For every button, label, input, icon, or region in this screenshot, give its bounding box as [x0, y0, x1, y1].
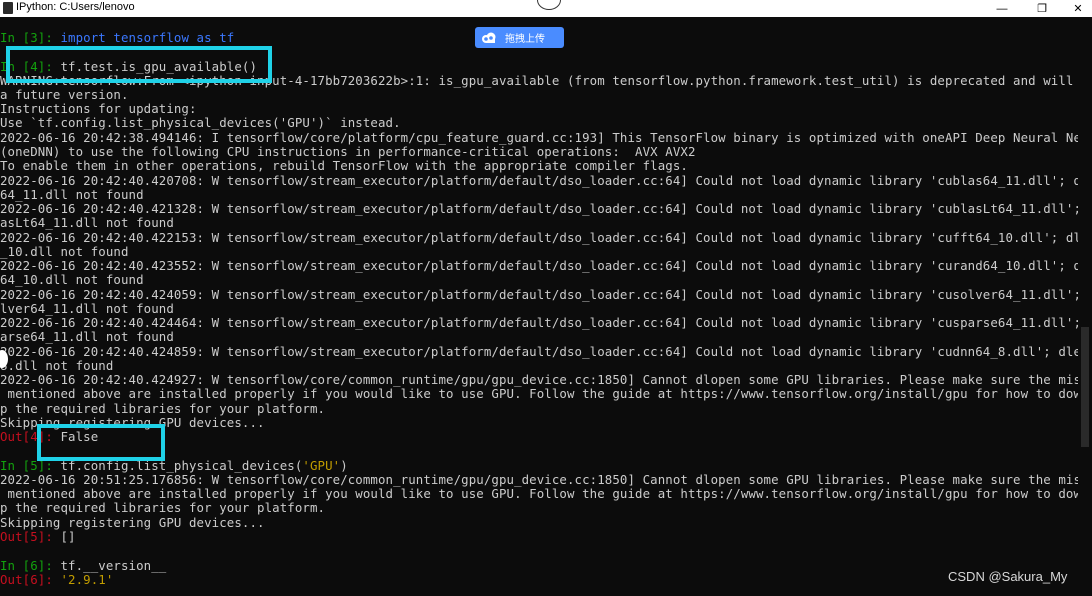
cloud-upload-icon: [482, 32, 496, 43]
console-line: asLt64_11.dll not found: [0, 215, 174, 230]
console-line: arse64_11.dll not found: [0, 329, 174, 344]
console-output[interactable]: In [3]: import tensorflow as tf In [4]: …: [0, 17, 1092, 596]
console-line: 2022-06-16 20:42:40.424927: W tensorflow…: [0, 372, 1092, 387]
console-line: Instructions for updating:: [0, 101, 197, 116]
highlight-box-false-output: [37, 424, 165, 461]
console-line: 2022-06-16 20:42:40.422153: W tensorflow…: [0, 230, 1092, 245]
input-prompt: In [6]:: [0, 558, 61, 573]
console-line: a future version.: [0, 87, 129, 102]
console-line: lver64_11.dll not found: [0, 301, 174, 316]
console-line: 2022-06-16 20:42:40.424859: W tensorflow…: [0, 344, 1092, 359]
console-line: In [5]: tf.config.list_physical_devices(…: [0, 459, 348, 473]
console-line: 2022-06-16 20:42:40.420708: W tensorflow…: [0, 173, 1092, 188]
console-line: In [3]: import tensorflow as tf: [0, 31, 234, 45]
console-line: 64_10.dll not found: [0, 272, 144, 287]
code-input: tf.__version__: [60, 558, 167, 573]
code-output: []: [60, 529, 76, 544]
code-input-tail: ): [340, 458, 348, 473]
input-prompt: In [3]:: [0, 30, 61, 45]
close-icon: ✕: [1073, 3, 1083, 15]
output-prompt: Out[6]:: [0, 572, 61, 587]
console-line: _10.dll not found: [0, 244, 129, 259]
maximize-icon: ❐: [1037, 3, 1047, 15]
maximize-button[interactable]: ❐: [1024, 0, 1060, 17]
console-line: 2022-06-16 20:42:40.421328: W tensorflow…: [0, 201, 1092, 216]
console-line: In [6]: tf.__version__: [0, 559, 166, 573]
console-line: 2022-06-16 20:42:40.423552: W tensorflow…: [0, 258, 1092, 273]
console-line: 2022-06-16 20:51:25.176856: W tensorflow…: [0, 472, 1092, 487]
console-line: p the required libraries for your platfo…: [0, 401, 326, 416]
scrollbar-thumb[interactable]: [1081, 327, 1089, 447]
csdn-watermark: CSDN @Sakura_My: [948, 569, 1068, 584]
upload-button-label: 拖拽上传: [505, 34, 545, 45]
console-scrollbar[interactable]: [1078, 17, 1092, 596]
drag-upload-button[interactable]: 拖拽上传: [475, 27, 564, 48]
console-line: (oneDNN) to use the following CPU instru…: [0, 144, 696, 159]
highlight-box-gpu-call: [6, 46, 272, 83]
console-line: Use `tf.config.list_physical_devices('GP…: [0, 115, 401, 130]
console-line: p the required libraries for your platfo…: [0, 500, 326, 515]
code-output: '2.9.1': [60, 572, 114, 587]
console-line: Out[6]: '2.9.1': [0, 573, 113, 587]
ipython-app-icon: [3, 2, 13, 14]
minimize-icon: —: [996, 2, 1008, 15]
console-line: Skipping registering GPU devices...: [0, 515, 265, 530]
overlay-circle: [537, 0, 561, 10]
window-titlebar: IPython: C:Users/lenovo — ❐ ✕: [0, 0, 1092, 17]
close-button[interactable]: ✕: [1060, 0, 1092, 17]
console-line: mentioned above are installed properly i…: [0, 486, 1092, 501]
output-prompt: Out[5]:: [0, 529, 61, 544]
minimize-button[interactable]: —: [984, 0, 1020, 17]
console-line: 64_11.dll not found: [0, 187, 144, 202]
console-line: 2022-06-16 20:42:38.494146: I tensorflow…: [0, 130, 1092, 145]
code-input: import tensorflow as tf: [60, 30, 235, 45]
console-line: To enable them in other operations, rebu…: [0, 158, 688, 173]
console-line: 8.dll not found: [0, 358, 114, 373]
code-string: 'GPU': [302, 458, 341, 473]
console-line: mentioned above are installed properly i…: [0, 386, 1092, 401]
console-line: 2022-06-16 20:42:40.424464: W tensorflow…: [0, 315, 1092, 330]
console-line: 2022-06-16 20:42:40.424059: W tensorflow…: [0, 287, 1092, 302]
console-line: Out[5]: []: [0, 530, 76, 544]
window-title: IPython: C:Users/lenovo: [16, 1, 135, 13]
